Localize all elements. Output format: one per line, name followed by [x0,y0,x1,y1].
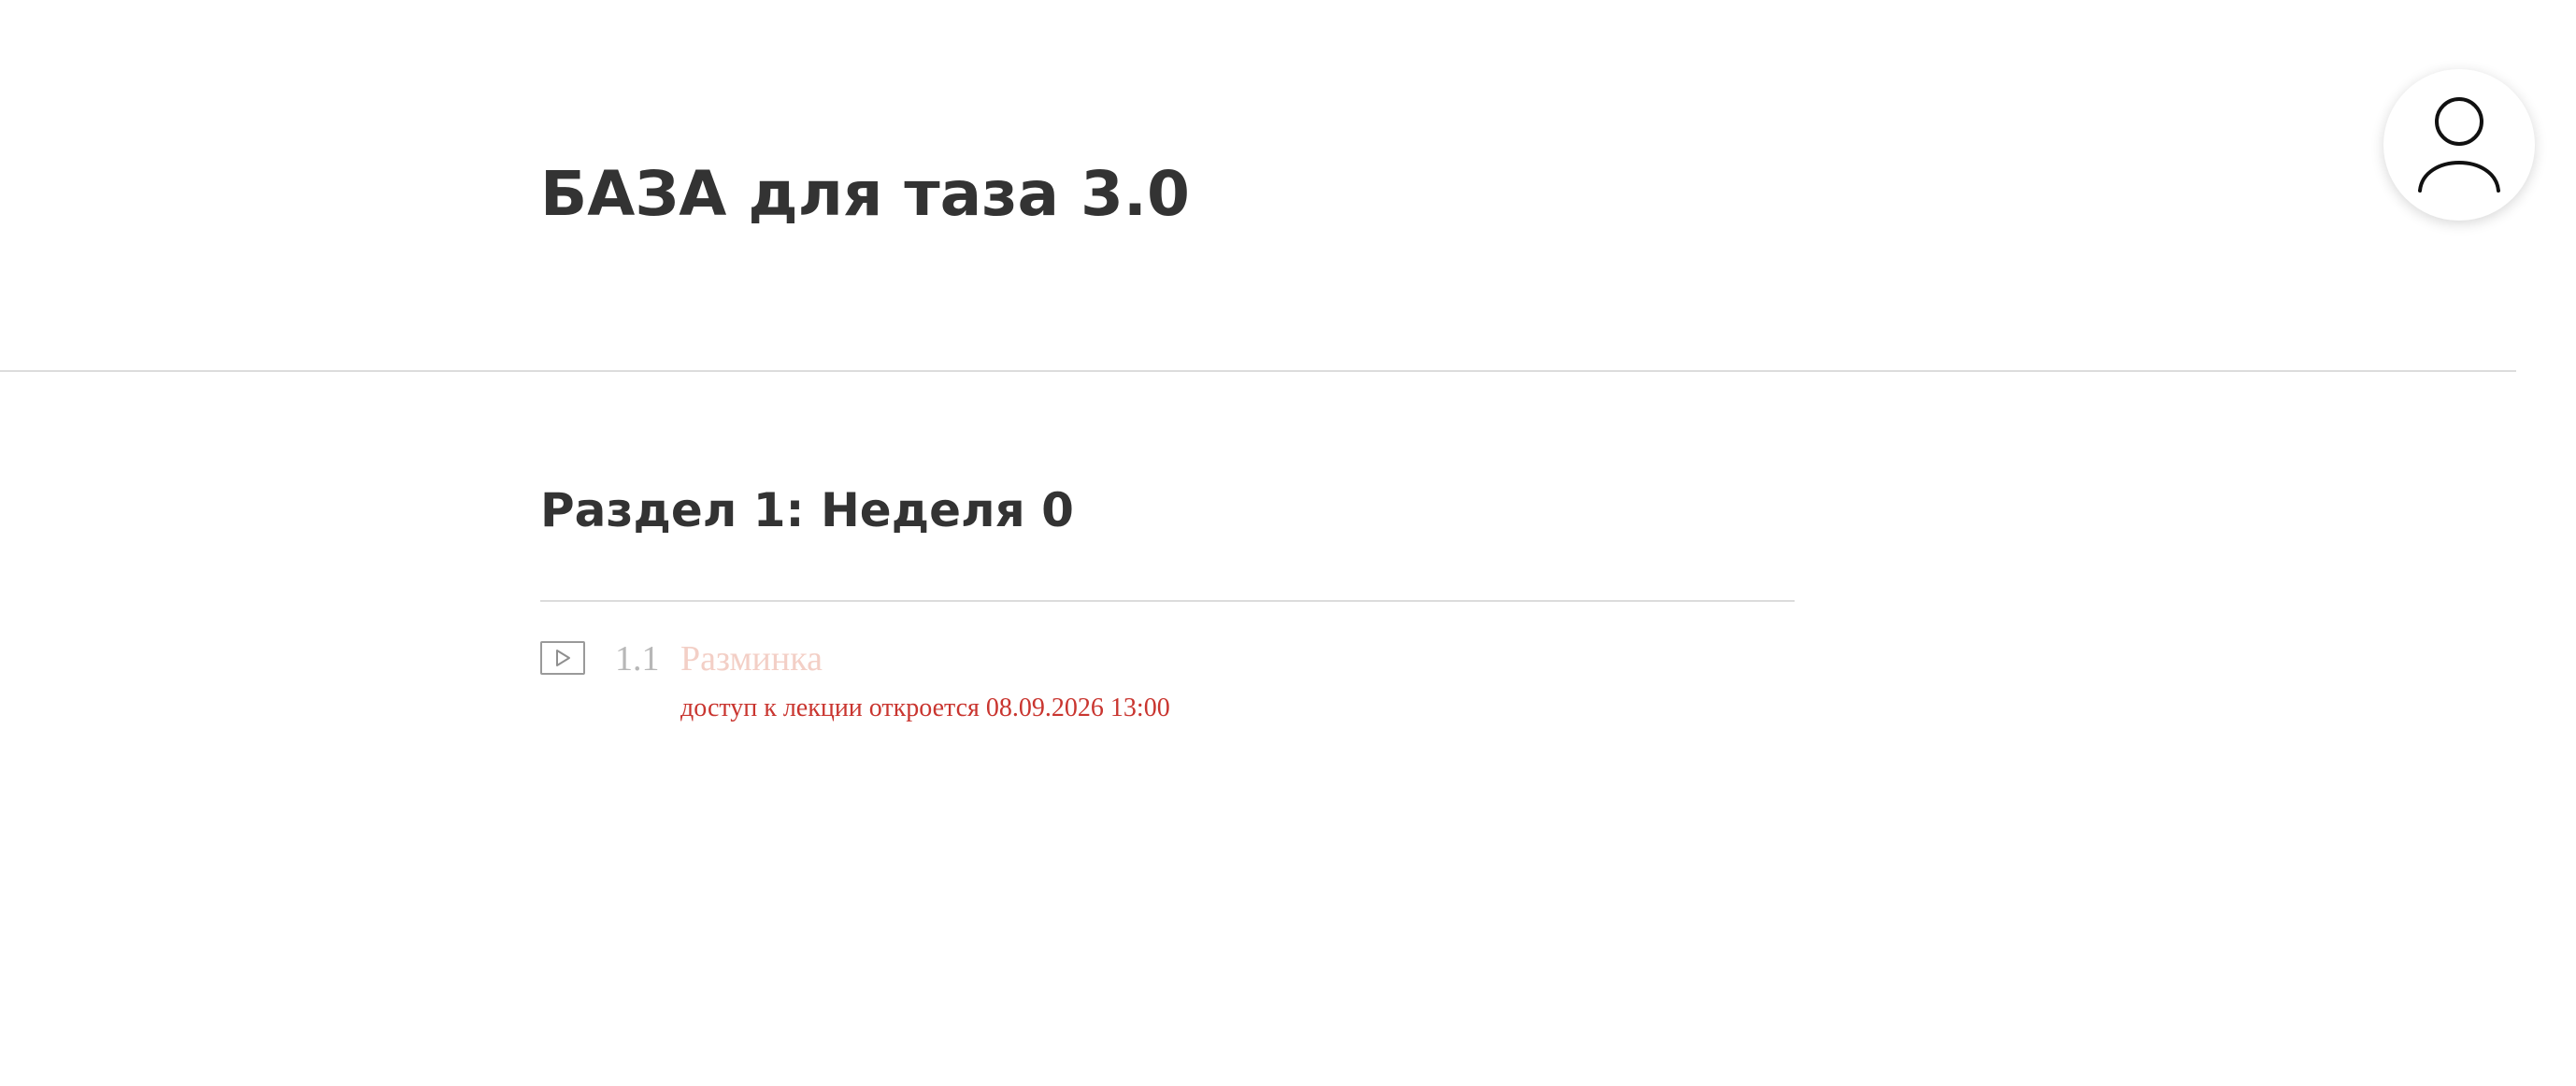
header-divider [0,370,2516,372]
lesson-number: 1.1 [615,639,660,679]
play-icon [540,641,585,675]
section-divider [540,600,1795,602]
user-icon [2418,97,2500,193]
user-menu-button[interactable] [2383,69,2535,221]
lesson-access-note: доступ к лекции откроется 08.09.2026 13:… [680,693,1170,722]
section-title: Раздел 1: Неделя 0 [540,483,1074,537]
lesson-title: Разминка [680,639,823,679]
lesson-item[interactable]: 1.1 Разминка доступ к лекции откроется 0… [540,634,1795,736]
course-title: БАЗА для таза 3.0 [540,158,1190,230]
